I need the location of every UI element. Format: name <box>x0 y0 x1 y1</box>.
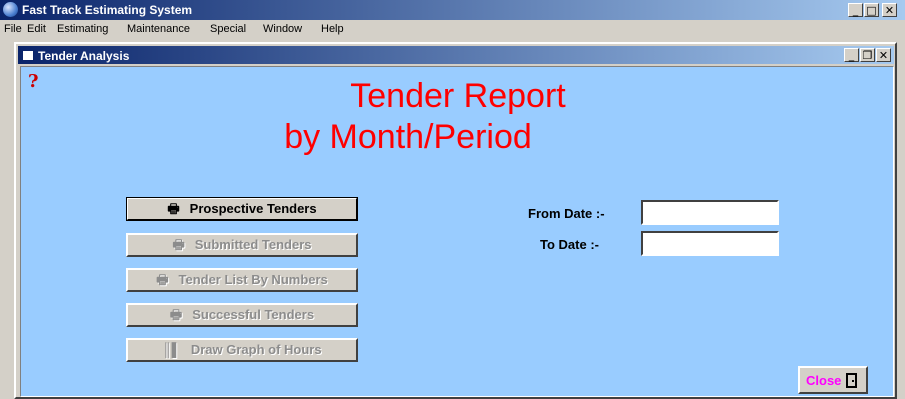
child-title-bar[interactable]: Tender Analysis _ ❐ ✕ <box>18 46 894 64</box>
tender-analysis-window: Tender Analysis _ ❐ ✕ ? Tender Report by… <box>14 42 897 399</box>
app-title-bar[interactable]: Fast Track Estimating System _ □ ✕ <box>0 0 905 20</box>
app-minimize-button[interactable]: _ <box>848 3 863 17</box>
menu-edit[interactable]: Edit <box>27 23 46 35</box>
app-close-button[interactable]: ✕ <box>882 3 897 17</box>
from-date-label: From Date :- <box>528 206 605 221</box>
printer-icon: 🖶 <box>167 201 180 216</box>
printer-icon: 🖶 <box>169 307 183 322</box>
app-maximize-button[interactable]: □ <box>864 3 879 17</box>
bar-chart-icon: ║▌ <box>162 342 181 357</box>
menu-estimating[interactable]: Estimating <box>57 23 108 35</box>
door-exit-icon <box>846 373 857 388</box>
draw-graph-of-hours-button[interactable]: ║▌ Draw Graph of Hours <box>126 338 358 362</box>
menu-window[interactable]: Window <box>263 23 302 35</box>
submitted-tenders-button[interactable]: 🖶 Submitted Tenders <box>126 233 358 257</box>
button-label: Draw Graph of Hours <box>190 342 322 357</box>
button-label: Prospective Tenders <box>189 201 317 216</box>
menu-bar: File Edit Estimating Maintenance Special… <box>0 20 905 39</box>
child-restore-button[interactable]: ❐ <box>860 48 875 62</box>
prospective-tenders-button[interactable]: 🖶 Prospective Tenders <box>126 197 358 221</box>
child-title: Tender Analysis <box>38 49 130 63</box>
successful-tenders-button[interactable]: 🖶 Successful Tenders <box>126 303 358 327</box>
child-minimize-button[interactable]: _ <box>844 48 859 62</box>
to-date-label: To Date :- <box>540 237 599 252</box>
button-label: Tender List By Numbers <box>178 272 328 287</box>
report-title-line2: by Month/Period <box>284 118 532 156</box>
button-label: Successful Tenders <box>192 307 315 322</box>
menu-special[interactable]: Special <box>210 23 246 35</box>
form-client-area: ? Tender Report by Month/Period 🖶 Prospec… <box>20 66 894 397</box>
menu-file[interactable]: File <box>4 23 22 35</box>
app-globe-icon <box>3 2 18 17</box>
from-date-field[interactable] <box>641 200 779 225</box>
close-label: Close <box>806 373 842 388</box>
button-label: Submitted Tenders <box>194 237 312 252</box>
child-close-button[interactable]: ✕ <box>876 48 891 62</box>
report-title-line1: Tender Report <box>350 77 566 115</box>
window-icon <box>22 50 34 61</box>
menu-help[interactable]: Help <box>321 23 344 35</box>
tender-list-by-numbers-button[interactable]: 🖶 Tender List By Numbers <box>126 268 358 292</box>
printer-icon: 🖶 <box>172 237 185 252</box>
close-button[interactable]: Close <box>798 366 868 394</box>
printer-icon: 🖶 <box>156 272 169 287</box>
to-date-field[interactable] <box>641 231 779 256</box>
menu-maintenance[interactable]: Maintenance <box>127 23 190 35</box>
app-title: Fast Track Estimating System <box>22 3 193 17</box>
